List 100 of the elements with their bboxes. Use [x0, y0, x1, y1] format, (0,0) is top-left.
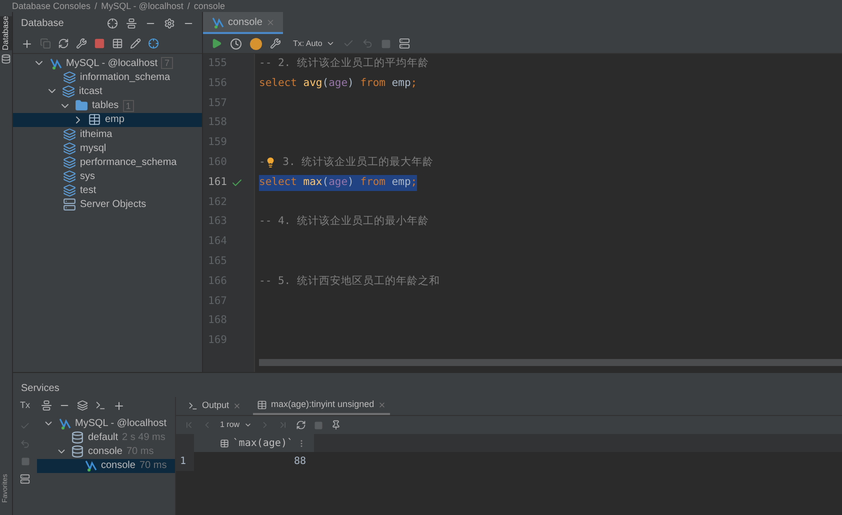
service-item[interactable]: MySQL - @localhost — [37, 416, 175, 430]
line-number: 161 — [208, 174, 227, 190]
profile-badge-icon[interactable] — [250, 38, 262, 50]
code-token: emp — [392, 76, 411, 91]
tree-item[interactable]: performance_schema — [13, 155, 202, 170]
refresh-icon[interactable] — [296, 420, 306, 430]
tree-item[interactable]: emp — [13, 112, 202, 127]
transaction-mode-dropdown[interactable]: Tx: Auto — [293, 38, 336, 50]
service-label: MySQL - @localhost — [75, 416, 166, 431]
code-token: ( — [322, 76, 329, 91]
database-icon[interactable] — [1, 54, 11, 64]
folder-icon — [75, 99, 88, 112]
code-token: from — [360, 76, 386, 91]
service-item[interactable]: console 70 ms — [37, 458, 175, 473]
row-number: 1 — [176, 452, 194, 471]
refresh-icon[interactable] — [58, 38, 69, 49]
tree-label: information_schema — [80, 70, 170, 85]
column-icon — [220, 438, 229, 448]
service-label: console — [101, 459, 136, 474]
tree-label: performance_schema — [80, 156, 177, 170]
add-icon[interactable] — [21, 38, 33, 50]
horizontal-scrollbar[interactable] — [259, 359, 842, 366]
editor-tab[interactable]: console — [203, 12, 284, 34]
layout-icon[interactable] — [20, 474, 30, 484]
code-comment: -- 2. 统计该企业员工的平均年龄 — [259, 56, 429, 72]
connection-icon — [211, 16, 224, 28]
schema-icon — [62, 84, 75, 98]
code-token: select — [259, 174, 298, 190]
code-comment: - — [259, 155, 266, 170]
breadcrumb-separator: / — [187, 1, 190, 12]
schema-icon — [63, 70, 76, 84]
transaction-label[interactable]: Tx — [20, 399, 30, 412]
server-icon — [63, 198, 76, 212]
tree-label: itheima — [80, 128, 112, 142]
code-token: select — [259, 76, 298, 91]
tree-item[interactable]: mysql — [13, 141, 202, 156]
tree-label: Server Objects — [80, 198, 146, 212]
tree-label: itcast — [79, 84, 102, 99]
column-label: `max(age)` — [232, 436, 293, 450]
code-token: age — [328, 76, 348, 91]
group-icon[interactable] — [77, 400, 88, 411]
jump-icon[interactable] — [148, 38, 159, 49]
tree-item[interactable]: test — [13, 184, 202, 198]
code-token: ) — [348, 174, 355, 190]
check-icon — [230, 176, 243, 189]
edit-icon[interactable] — [130, 38, 141, 49]
connection-icon — [58, 416, 71, 430]
code-token: max — [303, 174, 322, 190]
breadcrumb-item[interactable]: console — [194, 1, 225, 12]
tree-label: emp — [105, 113, 124, 128]
pin-icon[interactable] — [330, 420, 341, 430]
properties-icon[interactable] — [76, 38, 87, 49]
database-tool-tab[interactable]: Database — [0, 16, 12, 50]
breadcrumb-separator: / — [94, 1, 98, 12]
run-icon[interactable] — [211, 38, 222, 49]
result-tab[interactable]: Output — [184, 397, 246, 415]
layout-icon[interactable] — [399, 38, 410, 49]
panel-title: Database — [21, 16, 65, 30]
tree-item[interactable]: itcast — [13, 84, 202, 99]
lightbulb-icon[interactable] — [265, 157, 276, 168]
tree-item[interactable]: sys — [13, 170, 202, 184]
service-label: default — [88, 430, 118, 445]
connection-icon — [84, 459, 97, 472]
tree-item[interactable]: Server Objects — [13, 198, 202, 212]
connection-icon — [49, 56, 62, 70]
stop-icon[interactable] — [94, 38, 105, 49]
output-icon — [188, 401, 198, 411]
service-label: console — [88, 444, 122, 459]
breadcrumb-item[interactable]: Database Consoles — [12, 1, 91, 12]
tab-label: console — [228, 16, 262, 30]
tree-label: mysql — [80, 142, 106, 156]
code-token: age — [328, 174, 348, 190]
history-icon[interactable] — [230, 38, 242, 50]
add-icon[interactable] — [113, 400, 125, 412]
tree-item[interactable]: itheima — [13, 126, 202, 142]
breadcrumb-item[interactable]: MySQL - @localhost — [101, 1, 184, 12]
schema-icon — [63, 128, 76, 141]
expand-all-icon[interactable] — [126, 18, 137, 28]
settings-icon[interactable] — [164, 18, 175, 28]
code-comment: 3. 统计该企业员工的最大年龄 — [282, 155, 434, 170]
schema-icon — [63, 170, 76, 184]
settings-icon[interactable] — [270, 38, 281, 49]
column-header[interactable]: `max(age)` — [194, 434, 314, 452]
row-count-dropdown[interactable]: 1 row — [220, 419, 252, 431]
tree-label: tables — [92, 99, 119, 114]
session-icon — [71, 430, 84, 444]
tree-item[interactable]: information_schema — [13, 70, 202, 84]
code-token: avg — [303, 76, 322, 91]
code-token: emp — [392, 174, 411, 190]
tab-label: Output — [202, 399, 230, 412]
table-icon[interactable] — [112, 38, 123, 49]
elapsed-time: 70 ms — [139, 459, 167, 474]
locate-icon[interactable] — [107, 18, 118, 28]
schema-icon — [63, 142, 76, 155]
table-icon — [88, 113, 101, 126]
expand-all-icon[interactable] — [41, 400, 52, 411]
tree-label: MySQL - @localhost — [66, 56, 158, 71]
code-token: ( — [322, 174, 329, 190]
new-session-icon[interactable] — [95, 400, 106, 411]
tree-label: test — [80, 184, 96, 198]
